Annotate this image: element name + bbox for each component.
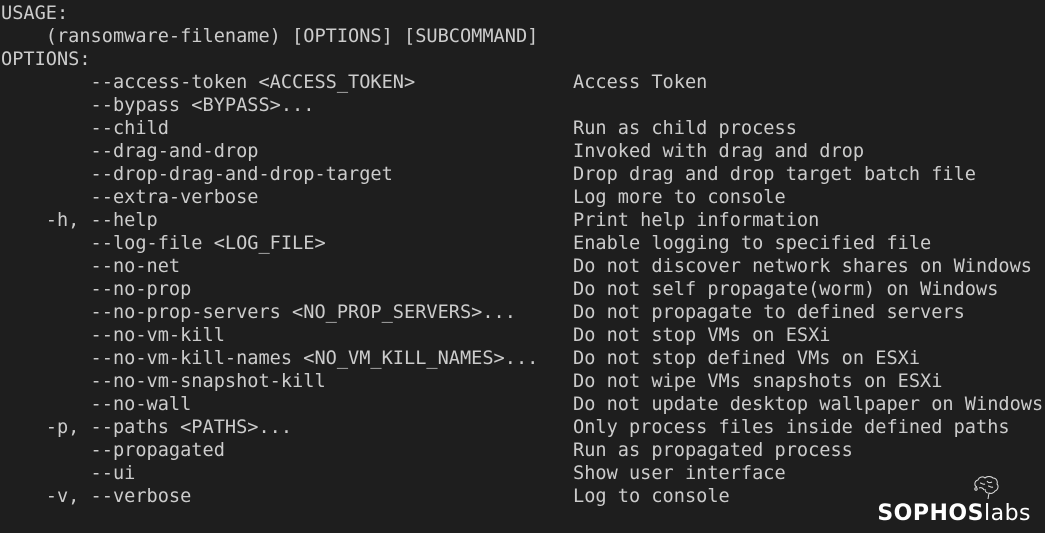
options-list: --access-token <ACCESS_TOKEN> Access Toke… bbox=[1, 71, 1044, 508]
option-description: Enable logging to specified file bbox=[573, 233, 932, 254]
option-description: Do not propagate to defined servers bbox=[573, 302, 965, 323]
option-description: Do not update desktop wallpaper on Windo… bbox=[573, 394, 1044, 415]
option-row: --no-prop-servers <NO_PROP_SERVERS>... Do… bbox=[1, 301, 965, 324]
logo-text: SOPHOSlabs bbox=[877, 503, 1031, 525]
option-description: Invoked with drag and drop bbox=[573, 141, 865, 162]
option-flag: --bypass <BYPASS>... bbox=[1, 95, 315, 116]
option-flag: --access-token <ACCESS_TOKEN> bbox=[1, 72, 416, 93]
option-flag: --no-vm-kill bbox=[1, 325, 225, 346]
option-flag: --child bbox=[1, 118, 169, 139]
option-description: Do not stop defined VMs on ESXi bbox=[573, 348, 921, 369]
option-flag: -v, --verbose bbox=[1, 486, 192, 507]
logo-suffix: labs bbox=[983, 501, 1031, 526]
usage-header: USAGE: bbox=[1, 3, 69, 24]
option-flag: --no-vm-snapshot-kill bbox=[1, 371, 326, 392]
option-row: --no-vm-kill-names <NO_VM_KILL_NAMES>...… bbox=[1, 347, 920, 370]
option-description: Do not wipe VMs snapshots on ESXi bbox=[573, 371, 943, 392]
option-row: --no-prop Do not self propagate(worm) on … bbox=[1, 278, 999, 301]
option-description: Do not discover network shares on Window… bbox=[573, 256, 1032, 277]
option-row: -v, --verbose Log to console bbox=[1, 485, 730, 508]
usage-line: (ransomware-filename) [OPTIONS] [SUBCOMM… bbox=[1, 26, 539, 47]
option-row: --drag-and-drop Invoked with drag and dro… bbox=[1, 140, 865, 163]
brain-icon bbox=[974, 476, 999, 500]
option-description: Drop drag and drop target batch file bbox=[573, 164, 976, 185]
option-row: --child Run as child process bbox=[1, 117, 797, 140]
option-row: --no-wall Do not update desktop wallpaper… bbox=[1, 393, 1044, 416]
option-description: Log more to console bbox=[573, 187, 786, 208]
option-description: Do not stop VMs on ESXi bbox=[573, 325, 831, 346]
option-description: Run as child process bbox=[573, 118, 797, 139]
option-flag: --no-net bbox=[1, 256, 181, 277]
logo-brand: SOPHOS bbox=[877, 501, 984, 526]
option-flag: --log-file <LOG_FILE> bbox=[1, 233, 326, 254]
terminal-output: USAGE: (ransomware-filename) [OPTIONS] [… bbox=[1, 2, 1044, 508]
option-description: Do not self propagate(worm) on Windows bbox=[573, 279, 999, 300]
option-flag: -p, --paths <PATHS>... bbox=[1, 417, 293, 438]
option-flag: --ui bbox=[1, 463, 136, 484]
option-flag: --drop-drag-and-drop-target bbox=[1, 164, 393, 185]
option-flag: --propagated bbox=[1, 440, 225, 461]
option-row: --drop-drag-and-drop-target Drop drag and… bbox=[1, 163, 976, 186]
option-flag: --no-prop bbox=[1, 279, 192, 300]
option-flag: --no-wall bbox=[1, 394, 192, 415]
option-row: --no-vm-snapshot-kill Do not wipe VMs sna… bbox=[1, 370, 943, 393]
option-row: --bypass <BYPASS>... bbox=[1, 94, 538, 117]
option-flag: --drag-and-drop bbox=[1, 141, 259, 162]
option-description: Only process files inside defined paths bbox=[573, 417, 1010, 438]
option-flag: --no-vm-kill-names <NO_VM_KILL_NAMES>... bbox=[1, 348, 539, 369]
option-row: --access-token <ACCESS_TOKEN> Access Toke… bbox=[1, 71, 708, 94]
option-row: --ui Show user interface bbox=[1, 462, 786, 485]
option-row: --no-net Do not discover network shares o… bbox=[1, 255, 1032, 278]
option-description: Access Token bbox=[573, 72, 708, 93]
options-header: OPTIONS: bbox=[1, 49, 91, 70]
option-row: -p, --paths <PATHS>... Only process files… bbox=[1, 416, 1010, 439]
option-row: -h, --help Print help information bbox=[1, 209, 820, 232]
option-description: Log to console bbox=[573, 486, 730, 507]
option-row: --extra-verbose Log more to console bbox=[1, 186, 786, 209]
option-flag: --no-prop-servers <NO_PROP_SERVERS>... bbox=[1, 302, 516, 323]
option-description: Run as propagated process bbox=[573, 440, 853, 461]
option-description: Print help information bbox=[573, 210, 820, 231]
option-row: --no-vm-kill Do not stop VMs on ESXi bbox=[1, 324, 831, 347]
option-row: --propagated Run as propagated process bbox=[1, 439, 853, 462]
sophoslabs-logo: SOPHOSlabs bbox=[877, 475, 1031, 525]
option-description: Show user interface bbox=[573, 463, 786, 484]
option-row: --log-file <LOG_FILE> Enable logging to s… bbox=[1, 232, 932, 255]
option-flag: --extra-verbose bbox=[1, 187, 259, 208]
option-flag: -h, --help bbox=[1, 210, 158, 231]
